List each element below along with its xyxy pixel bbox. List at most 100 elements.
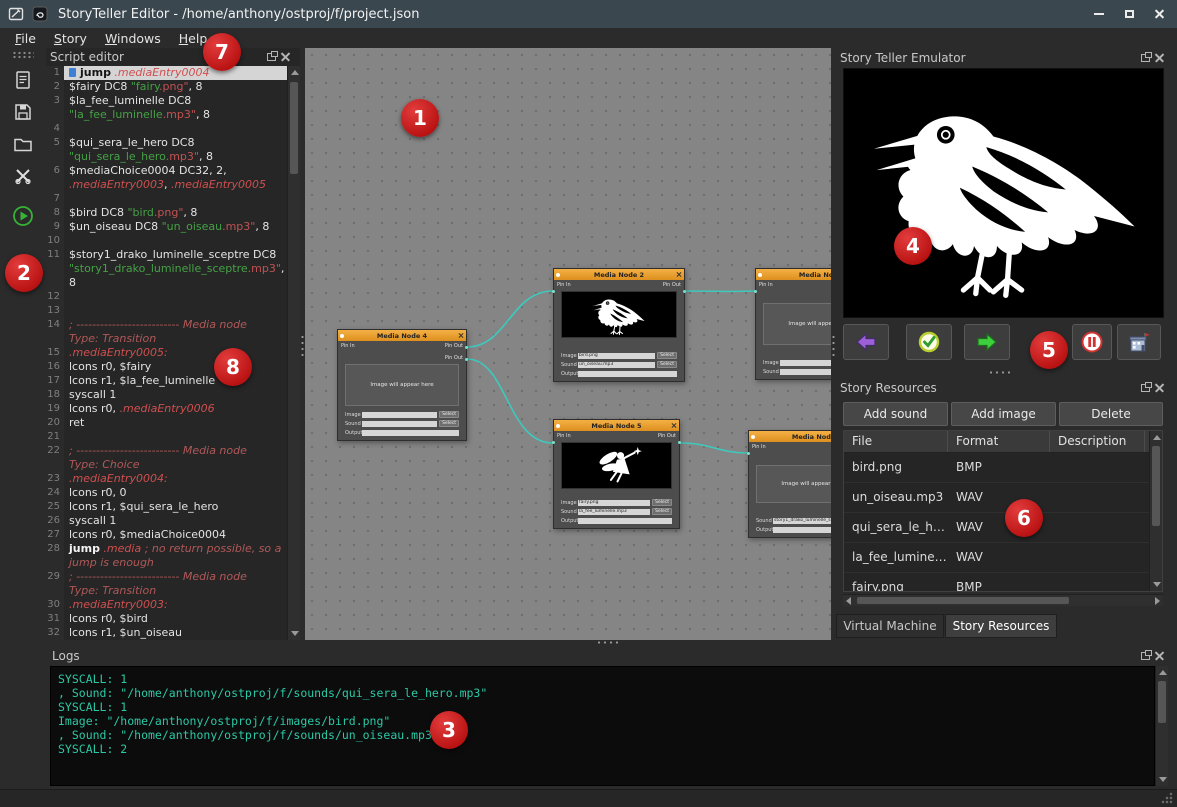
pin-in-dot[interactable] xyxy=(754,290,757,293)
code-line[interactable]: 13 xyxy=(46,304,287,318)
menu-file[interactable]: File xyxy=(6,30,45,47)
select-image-button[interactable]: Select xyxy=(439,411,459,418)
node-header[interactable]: Media Node 6 xyxy=(756,269,831,280)
node-output-field[interactable] xyxy=(578,371,677,377)
pin-in[interactable]: Pin In xyxy=(759,282,773,288)
bottom-splitter[interactable] xyxy=(0,640,1177,646)
media-node[interactable]: Media Node 5 Pin In Pin Out Imagefairy.p… xyxy=(553,419,680,529)
code-line[interactable]: 32lcons r1, $un_oiseau xyxy=(46,626,287,640)
column-format[interactable]: Format xyxy=(948,431,1050,452)
close-dock-icon[interactable] xyxy=(1155,383,1164,392)
right-splitter[interactable] xyxy=(831,48,836,640)
node-sound-field[interactable]: un_oiseau.mp3 xyxy=(578,362,655,368)
pin-in[interactable]: Pin In xyxy=(557,433,571,439)
node-close-icon[interactable] xyxy=(458,333,464,339)
code-line[interactable]: 17lcons r1, $la_fee_luminelle xyxy=(46,374,287,388)
emulator-home-button[interactable] xyxy=(1117,324,1161,360)
code-lines[interactable]: 1jump .mediaEntry00042$fairy DC8 "fairy.… xyxy=(46,66,287,640)
toolbar-grip[interactable] xyxy=(12,51,34,58)
new-script-button[interactable] xyxy=(11,68,35,92)
code-line[interactable]: 4 xyxy=(46,122,287,136)
run-story-button[interactable] xyxy=(11,204,35,228)
table-row[interactable]: un_oiseau.mp3WAV xyxy=(844,483,1162,513)
node-header[interactable]: Media Node 2 xyxy=(554,269,684,280)
connection-wire[interactable] xyxy=(467,291,553,347)
pin-out[interactable]: Pin Out xyxy=(445,355,463,361)
node-output-field[interactable] xyxy=(362,430,459,436)
table-hscrollbar[interactable] xyxy=(843,594,1163,606)
app-menu-icon[interactable] xyxy=(8,6,24,22)
table-row[interactable]: la_fee_luminelle.mp3WAV xyxy=(844,543,1162,573)
pin-in-dot[interactable] xyxy=(552,441,555,444)
table-row[interactable]: qui_sera_le_hero.mp3WAV xyxy=(844,513,1162,543)
pin-out-dot[interactable] xyxy=(683,290,686,293)
emulator-forward-button[interactable] xyxy=(964,324,1010,360)
media-node[interactable]: Media Node 2 Pin In Pin Out Imagebird.pn… xyxy=(553,268,685,382)
pin-in-dot[interactable] xyxy=(747,452,750,455)
select-image-button[interactable]: Select xyxy=(657,352,677,359)
pin-in[interactable]: Pin In xyxy=(752,444,766,450)
pin-out[interactable]: Pin Out xyxy=(445,343,463,349)
titlebar[interactable]: StoryTeller Editor - /home/anthony/ostpr… xyxy=(0,0,1177,28)
table-header[interactable]: File Format Description xyxy=(844,431,1162,453)
code-line[interactable]: 11$story1_drako_luminelle_sceptre DC8 xyxy=(46,248,287,262)
menu-windows[interactable]: Windows xyxy=(96,30,170,47)
tab-story-resources[interactable]: Story Resources xyxy=(945,614,1057,638)
code-line[interactable]: jump is enough xyxy=(46,556,287,570)
close-project-icon[interactable] xyxy=(11,164,35,188)
media-node[interactable]: Media Node 6 Pin In Image will appear he… xyxy=(755,268,831,380)
node-sound-field[interactable]: la_fee_luminelle.mp3 xyxy=(578,509,650,515)
node-image-field[interactable]: bird.png xyxy=(578,353,655,359)
select-sound-button[interactable]: Select xyxy=(657,361,677,368)
node-output-field[interactable] xyxy=(773,527,831,533)
table-row[interactable]: fairy.pngBMP xyxy=(844,573,1162,592)
logs-vscrollbar[interactable] xyxy=(1155,666,1168,786)
add-sound-button[interactable]: Add sound xyxy=(843,402,948,426)
pin-out-dot[interactable] xyxy=(465,346,468,349)
node-sound-field[interactable] xyxy=(362,421,437,427)
pin-in[interactable]: Pin In xyxy=(557,282,571,288)
node-sound-field[interactable]: story1_drako_luminelle_sceptre.mp3 xyxy=(773,518,831,524)
code-line[interactable]: 9$un_oiseau DC8 "un_oiseau.mp3", 8 xyxy=(46,220,287,234)
tab-virtual-machine[interactable]: Virtual Machine xyxy=(836,614,944,638)
node-image-field[interactable] xyxy=(780,360,831,366)
code-line[interactable]: 27lcons r0, $mediaChoice0004 xyxy=(46,528,287,542)
float-dock-icon[interactable] xyxy=(1141,652,1150,660)
select-sound-button[interactable]: Select xyxy=(652,508,672,515)
code-line[interactable]: 20ret xyxy=(46,416,287,430)
code-line[interactable]: 22; -------------------------- Media nod… xyxy=(46,444,287,458)
resize-grip[interactable] xyxy=(1161,792,1173,804)
script-editor-vscrollbar[interactable] xyxy=(287,66,300,640)
code-line[interactable]: 1jump .mediaEntry0004 xyxy=(46,66,287,80)
node-sound-field[interactable] xyxy=(780,369,831,375)
code-line[interactable]: 15.mediaEntry0005: xyxy=(46,346,287,360)
add-image-button[interactable]: Add image xyxy=(951,402,1056,426)
code-line[interactable]: "qui_sera_le_hero.mp3", 8 xyxy=(46,150,287,164)
pin-out-dot[interactable] xyxy=(465,358,468,361)
code-line[interactable]: 29; -------------------------- Media nod… xyxy=(46,570,287,584)
node-image-field[interactable]: fairy.png xyxy=(578,500,650,506)
close-dock-icon[interactable] xyxy=(1155,651,1164,660)
node-image-field[interactable] xyxy=(362,412,437,418)
code-line[interactable]: 14; -------------------------- Media nod… xyxy=(46,318,287,332)
open-project-button[interactable] xyxy=(11,132,35,156)
node-output-field[interactable] xyxy=(578,518,672,524)
code-line[interactable]: 28jump .media ; no return possible, so a xyxy=(46,542,287,556)
code-line[interactable]: 24lcons r0, 0 xyxy=(46,486,287,500)
code-line[interactable]: 18syscall 1 xyxy=(46,388,287,402)
save-button[interactable] xyxy=(11,100,35,124)
media-node[interactable]: Media Node 3 Pin In Image will appear he… xyxy=(748,430,831,538)
float-dock-icon[interactable] xyxy=(267,53,276,61)
emulator-validate-button[interactable] xyxy=(906,324,952,360)
code-line[interactable]: 6$mediaChoice0004 DC32, 2, xyxy=(46,164,287,178)
minimize-button[interactable] xyxy=(1087,4,1111,24)
table-row[interactable]: bird.pngBMP xyxy=(844,453,1162,483)
code-line[interactable]: "story1_drako_luminelle_sceptre.mp3", xyxy=(46,262,287,276)
select-image-button[interactable]: Select xyxy=(652,499,672,506)
close-dock-icon[interactable] xyxy=(281,52,290,61)
emulator-back-button[interactable] xyxy=(843,324,889,360)
code-line[interactable]: Type: Transition xyxy=(46,584,287,598)
float-dock-icon[interactable] xyxy=(1141,54,1150,62)
node-header[interactable]: Media Node 4 xyxy=(338,330,466,341)
emulator-pause-button[interactable] xyxy=(1072,324,1112,360)
